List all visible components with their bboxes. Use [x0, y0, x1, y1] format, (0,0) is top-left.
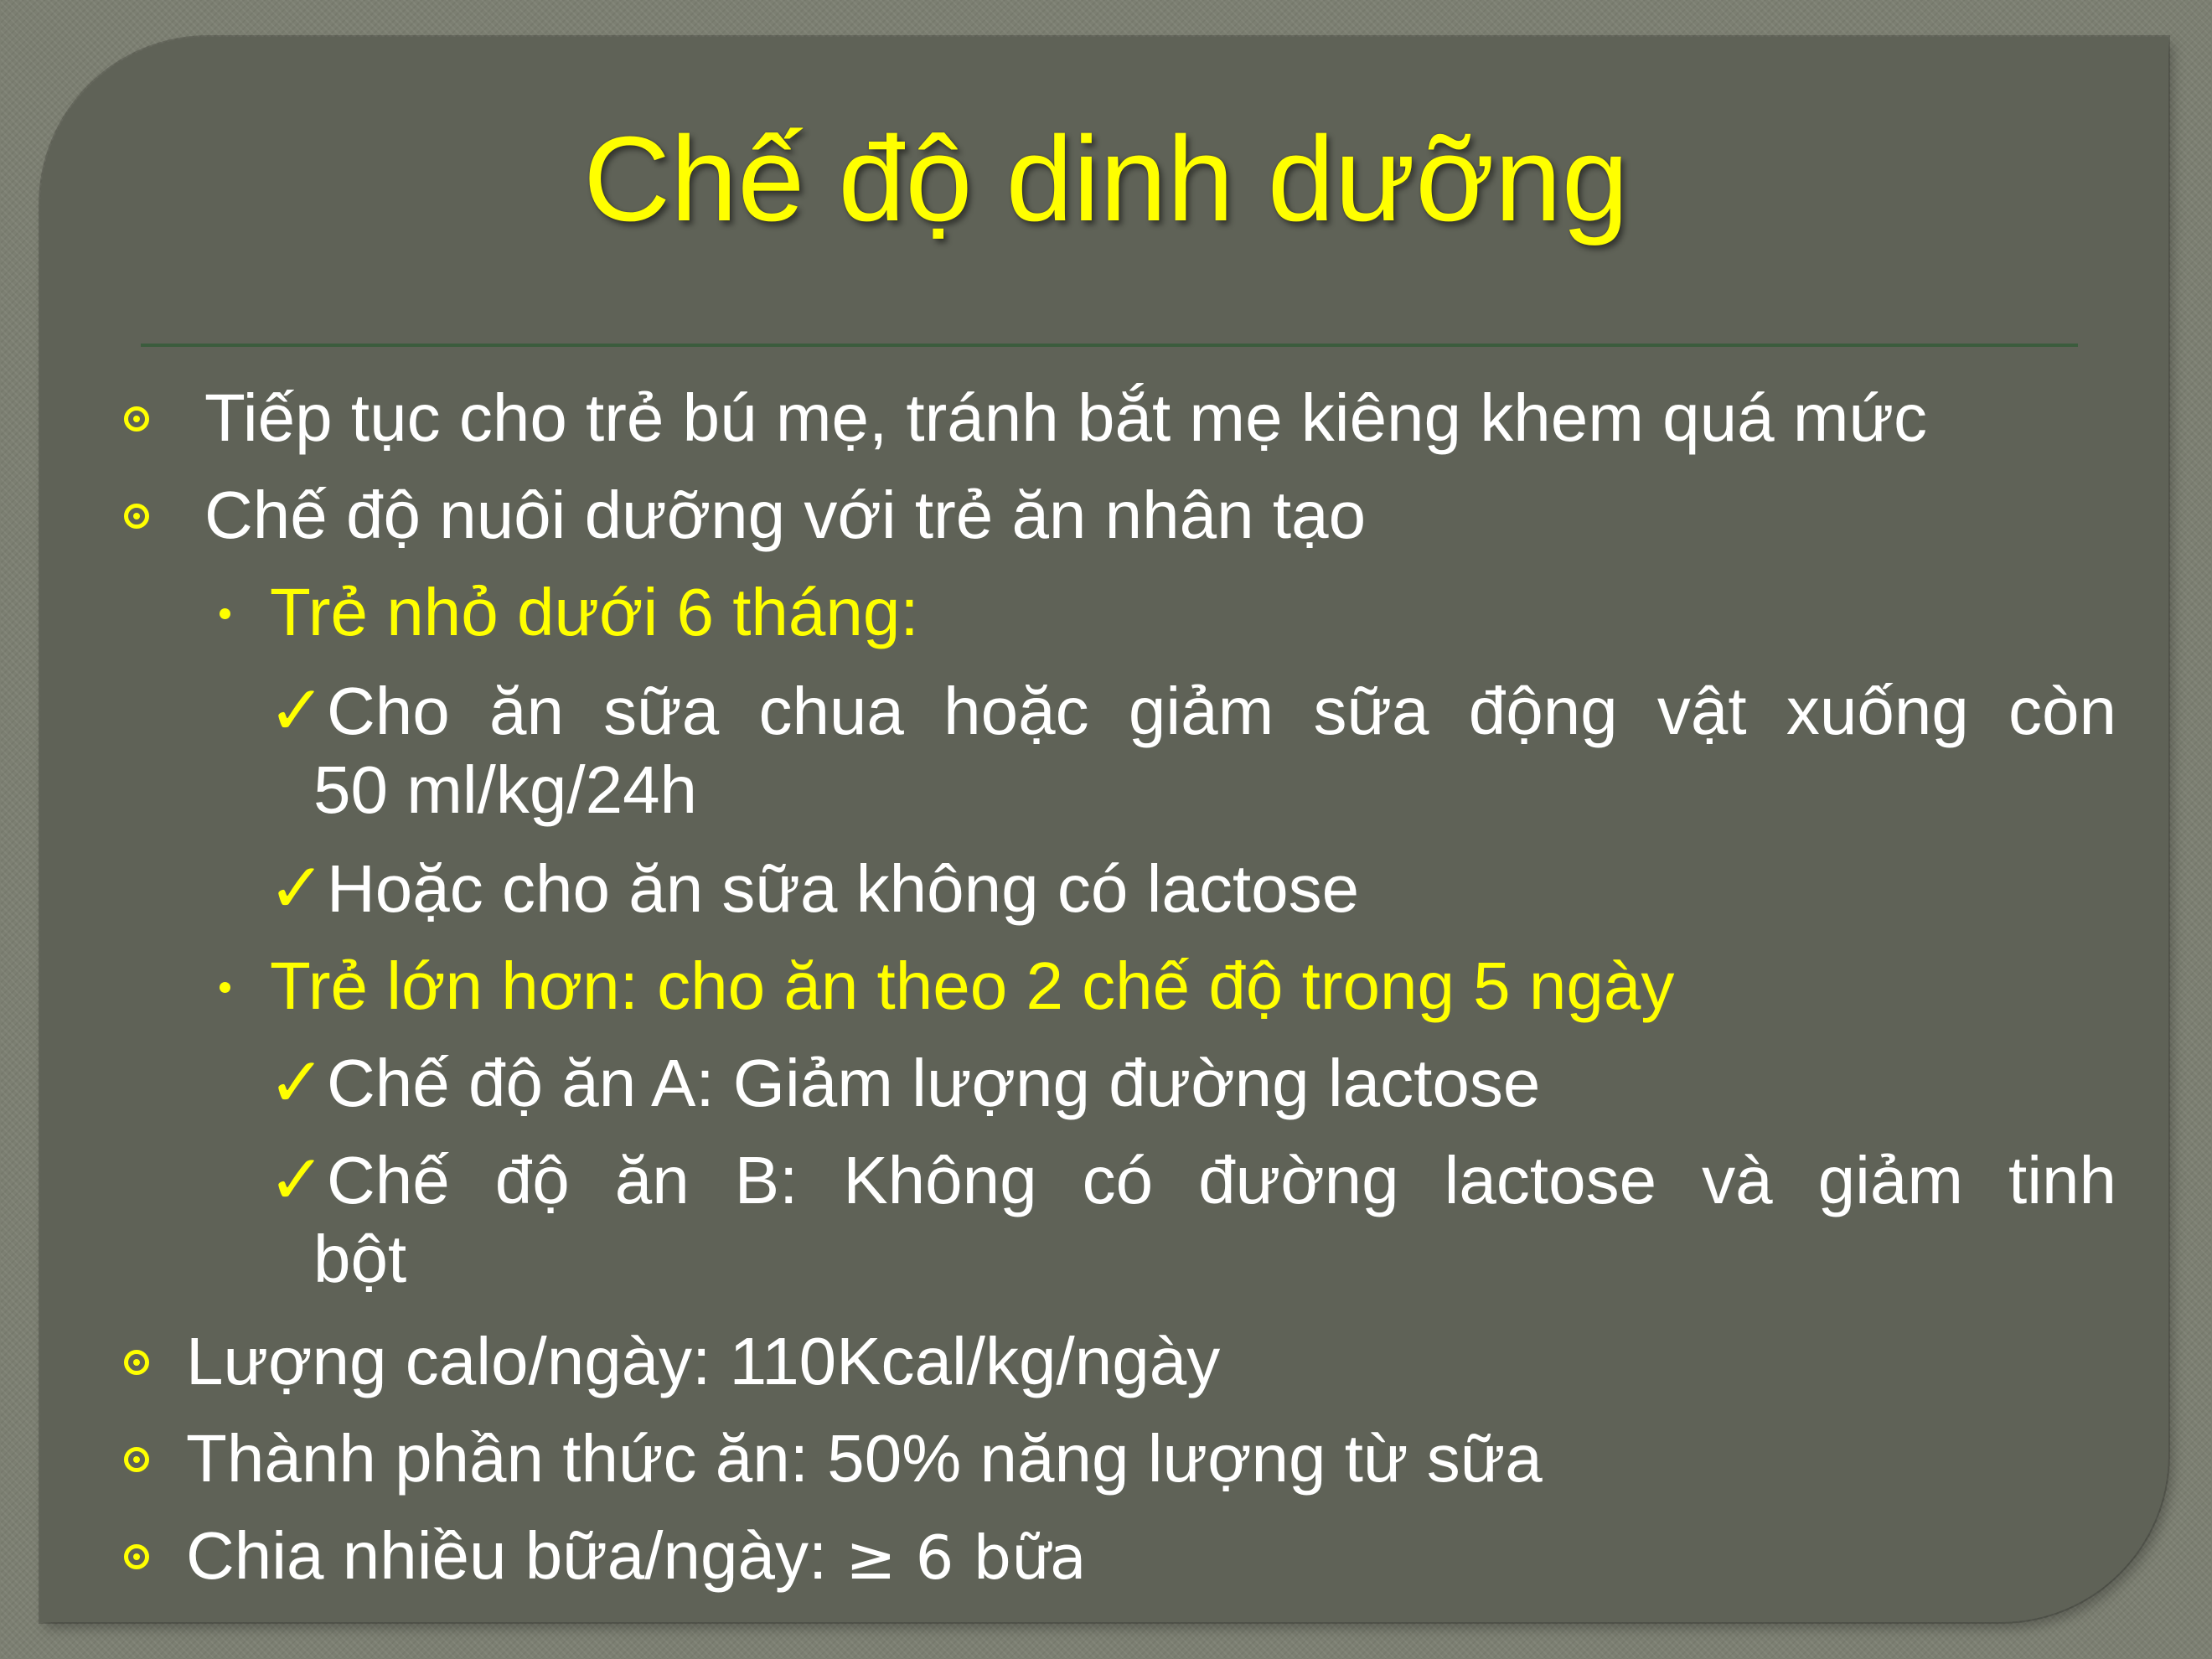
- target-bullet-icon: [124, 1544, 149, 1569]
- list-item-text-tail: ≥ 6 bữa: [845, 1522, 1087, 1593]
- list-item-text: Lượng calo/ngày: 110Kcal/kg/ngày: [186, 1324, 1221, 1398]
- checkmark-icon: ✓: [268, 671, 326, 751]
- check-item-text: Hoặc cho ăn sữa không có lactose: [327, 851, 1360, 926]
- check-item-text-line1: Chế độ ăn B: Không có đường lactose và g…: [327, 1143, 2116, 1217]
- check-item-text-line1: Cho ăn sữa chua hoặc giảm sữa động vật x…: [327, 674, 2116, 748]
- check-item-text-line2: bột: [313, 1222, 407, 1296]
- list-item-text: Thành phần thức ăn: 50% năng lượng từ sữ…: [186, 1421, 1543, 1496]
- checkmark-icon: ✓: [268, 849, 326, 928]
- list-item-text: Tiếp tục cho trẻ bú mẹ, tránh bắt mẹ kiê…: [204, 380, 1928, 455]
- checkmark-icon: ✓: [268, 1043, 326, 1123]
- slide-title: Chế độ dinh dưỡng: [583, 111, 1629, 246]
- check-item-text: Chế độ ăn A: Giảm lượng đường lactose: [327, 1046, 1541, 1120]
- dot-bullet-icon: [220, 608, 230, 619]
- title-divider: [141, 344, 2078, 347]
- target-bullet-icon: [124, 406, 149, 432]
- list-item-text: Chế độ nuôi dưỡng với trẻ ăn nhân tạo: [204, 478, 1367, 552]
- target-bullet-icon: [124, 504, 149, 529]
- dot-bullet-icon: [220, 982, 230, 993]
- target-bullet-icon: [124, 1350, 149, 1375]
- checkmark-icon: ✓: [268, 1140, 326, 1220]
- list-item-text-main: Chia nhiều bữa/ngày:: [186, 1518, 846, 1593]
- list-item-text: Chia nhiều bữa/ngày: ≥ 6 bữa: [186, 1517, 1087, 1597]
- sub-list-item-text: Trẻ nhỏ dưới 6 tháng:: [270, 575, 919, 649]
- sub-list-item-text: Trẻ lớn hơn: cho ăn theo 2 chế độ trong …: [270, 948, 1675, 1023]
- target-bullet-icon: [124, 1447, 149, 1472]
- check-item-text-line2: 50 ml/kg/24h: [313, 752, 698, 827]
